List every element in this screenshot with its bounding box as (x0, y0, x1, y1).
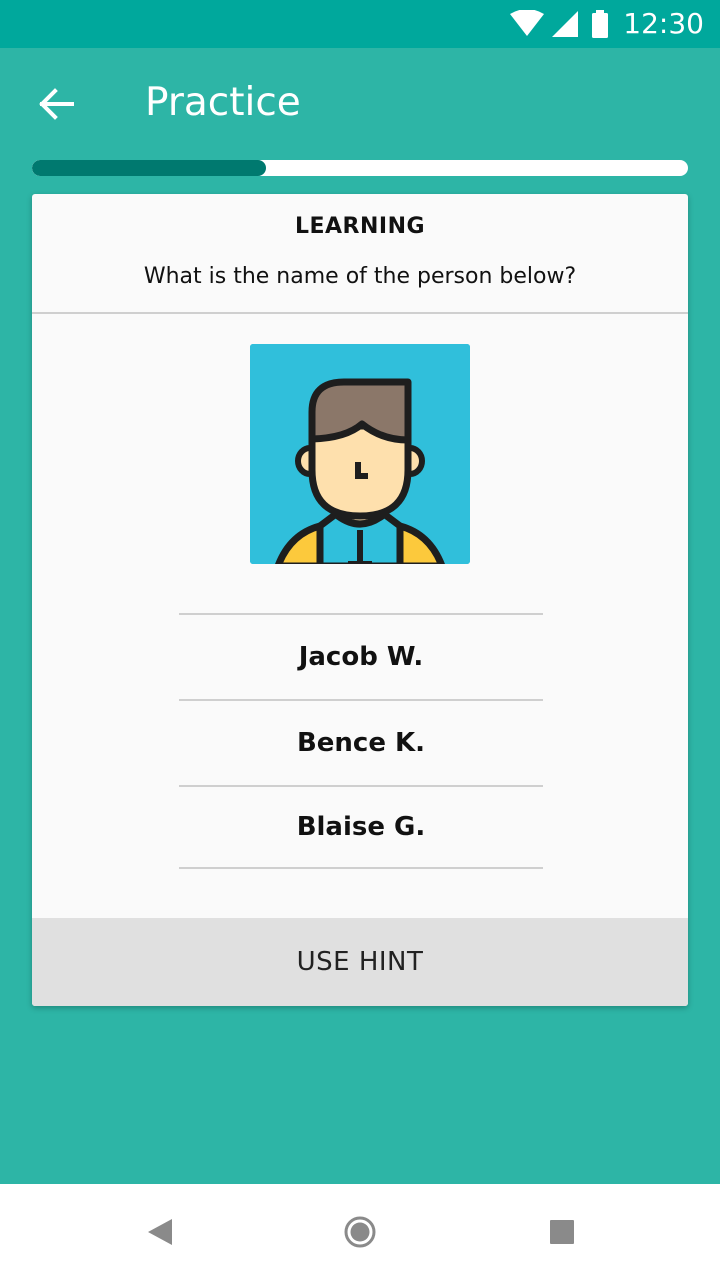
answer-option-2[interactable]: Bence K. (179, 699, 543, 785)
cell-signal-icon (552, 11, 578, 37)
nav-home-icon (344, 1216, 376, 1248)
page-title: Practice (145, 80, 301, 125)
answer-list: Jacob W. Bence K. Blaise G. (179, 613, 543, 869)
card-header: LEARNING What is the name of the person … (32, 194, 688, 314)
answer-option-1[interactable]: Jacob W. (179, 613, 543, 699)
screen: 12:30 Practice LEARNING What is the name… (0, 0, 720, 1280)
use-hint-button[interactable]: USE HINT (32, 918, 688, 1006)
progress-bar (32, 160, 688, 176)
mode-label: LEARNING (294, 214, 426, 239)
battery-icon (592, 10, 608, 38)
progress-fill (32, 160, 266, 176)
app-bar: Practice (0, 48, 720, 160)
back-button[interactable] (24, 76, 88, 132)
nav-back-icon (148, 1219, 172, 1245)
question-text: What is the name of the person below? (143, 264, 577, 289)
status-bar: 12:30 (0, 0, 720, 48)
portrait-image (250, 344, 470, 564)
arrow-back-icon (39, 88, 74, 120)
nav-back-button[interactable] (136, 1208, 184, 1256)
nav-home-button[interactable] (336, 1208, 384, 1256)
status-icons (510, 10, 608, 38)
person-avatar-icon (250, 344, 470, 564)
answer-option-3[interactable]: Blaise G. (179, 785, 543, 869)
status-time: 12:30 (623, 7, 704, 40)
question-card: LEARNING What is the name of the person … (32, 194, 688, 1006)
wifi-icon (510, 10, 544, 36)
nav-recents-button[interactable] (538, 1208, 586, 1256)
system-nav-bar (0, 1184, 720, 1280)
nav-recents-icon (550, 1220, 574, 1244)
